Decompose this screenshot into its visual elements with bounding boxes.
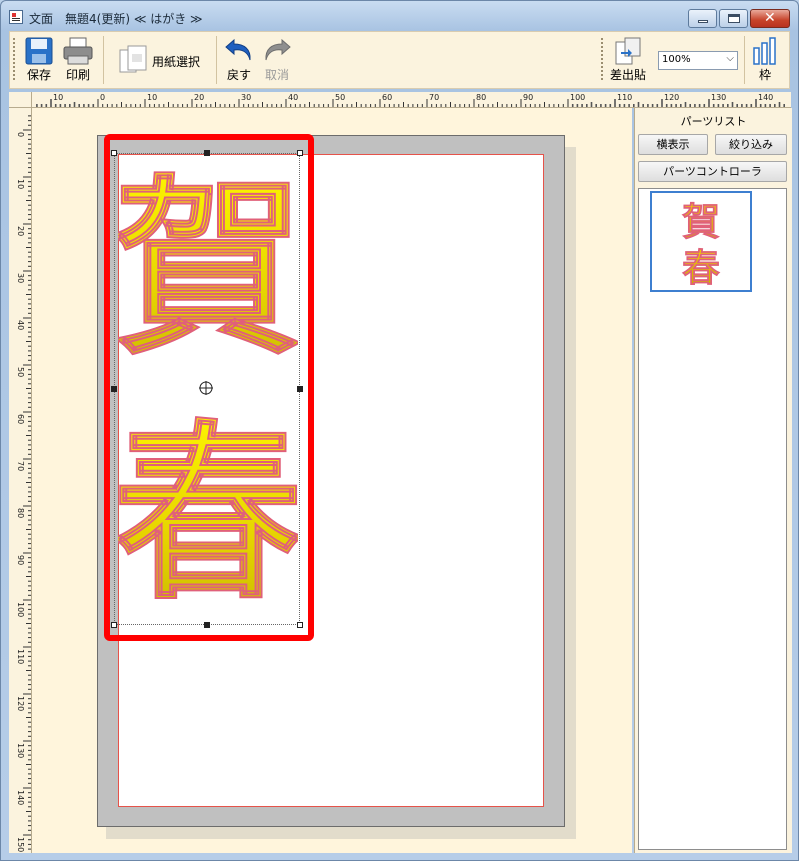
printer-icon (63, 37, 93, 65)
ruler-label: 140 (16, 790, 25, 805)
ruler-label: 60 (16, 414, 25, 424)
zoom-select[interactable]: 100% ⌵ (658, 51, 738, 70)
ruler-vertical-ticks: 0 10 20 30 40 50 60 70 80 90 100 110 120 130 140 150 (16, 115, 31, 852)
minimize-icon (698, 20, 708, 23)
thumb-text-shun: 春 (682, 246, 720, 290)
merge-label: 差出貼 (609, 68, 646, 82)
ruler-corner (9, 92, 32, 108)
frame-icon (753, 37, 776, 65)
ruler-label: 150 (16, 837, 25, 852)
app-window: 文面 無題4(更新) ≪ はがき ≫ ✕ 保存 印刷 用紙選択 戻す 取消 差出… (0, 0, 799, 861)
toolbar-separator (744, 36, 745, 84)
close-button[interactable]: ✕ (750, 9, 790, 28)
thumbnail-art: 賀 春 (682, 200, 721, 291)
ruler-label: 140 (758, 93, 773, 102)
ruler-label: 80 (476, 93, 486, 102)
toolbar-separator (103, 36, 104, 84)
ruler-label: 50 (16, 367, 25, 377)
filter-button[interactable]: 絞り込み (715, 134, 787, 155)
thumb-text-ga: 賀 (682, 200, 720, 244)
maximize-icon (728, 14, 740, 23)
parts-panel: パーツリスト 横表示 絞り込み パーツコントローラ 賀 春 (634, 108, 792, 853)
horizontal-view-button[interactable]: 横表示 (638, 134, 708, 155)
paper-select-label: 用紙選択 (152, 55, 201, 69)
ruler-label: 100 (16, 602, 25, 617)
ruler-label: 20 (194, 93, 204, 102)
toolbar-grip[interactable] (13, 38, 15, 82)
highlight-frame (104, 134, 314, 641)
ruler-label: 30 (241, 93, 251, 102)
paper-icon (119, 45, 147, 73)
ruler-label: 120 (16, 696, 25, 711)
app-icon[interactable] (9, 10, 23, 24)
ruler-label: 90 (523, 93, 533, 102)
ruler-horizontal: 10 0 10 20 30 40 50 60 70 80 90 100 110 120 130 140 (32, 92, 791, 108)
ruler-label: 110 (16, 649, 25, 664)
frame-label: 枠 (758, 68, 771, 82)
ruler-label: 10 (147, 93, 157, 102)
merge-paste-button[interactable]: 差出貼 (608, 34, 648, 86)
merge-icon (615, 37, 641, 65)
ruler-label: 130 (16, 743, 25, 758)
ruler-vertical: 0 10 20 30 40 50 60 70 80 90 100 110 120 130 140 150 (9, 108, 32, 853)
frame-button[interactable]: 枠 (750, 34, 780, 86)
zoom-value: 100% (662, 54, 691, 65)
ruler-horizontal-ticks: 10 0 10 20 30 40 50 60 70 80 90 100 110 120 130 140 (36, 93, 786, 107)
ruler-label: 70 (16, 461, 25, 471)
ruler-label: 30 (16, 273, 25, 283)
ruler-label: 20 (16, 226, 25, 236)
ruler-label: 50 (335, 93, 345, 102)
redo-label: 取消 (264, 68, 289, 82)
ruler-label: 80 (16, 508, 25, 518)
redo-button[interactable]: 取消 (260, 34, 294, 86)
toolbar: 保存 印刷 用紙選択 戻す 取消 差出貼 100% ⌵ 枠 (9, 31, 790, 89)
print-label: 印刷 (65, 68, 90, 82)
undo-button[interactable]: 戻す (222, 34, 256, 86)
window-title: 文面 無題4(更新) ≪ はがき ≫ (29, 12, 203, 26)
undo-label: 戻す (226, 68, 251, 82)
save-label: 保存 (26, 68, 51, 82)
ruler-label: 110 (617, 93, 632, 102)
parts-panel-title: パーツリスト (680, 115, 747, 128)
minimize-button[interactable] (688, 9, 717, 28)
parts-thumbnail[interactable]: 賀 春 (650, 191, 752, 292)
parts-list[interactable]: 賀 春 (638, 188, 787, 850)
undo-icon (225, 38, 251, 61)
redo-icon (265, 38, 291, 61)
ruler-label: 100 (570, 93, 585, 102)
ruler-label: 130 (711, 93, 726, 102)
ruler-label: 10 (16, 179, 25, 189)
paper-select-button[interactable]: 用紙選択 (118, 42, 208, 78)
window-bottom-edge (1, 853, 798, 860)
ruler-label: 40 (16, 320, 25, 330)
ruler-label: 10 (53, 93, 63, 102)
ruler-label: 120 (664, 93, 679, 102)
ruler-label: 70 (429, 93, 439, 102)
parts-controller-button[interactable]: パーツコントローラ (638, 161, 787, 182)
ruler-label: 0 (100, 93, 105, 102)
chevron-down-icon: ⌵ (726, 53, 734, 64)
ruler-label: 0 (16, 132, 25, 137)
design-canvas[interactable]: 賀 春 (32, 108, 632, 853)
maximize-button[interactable] (719, 9, 748, 28)
save-button[interactable]: 保存 (20, 34, 58, 86)
print-button[interactable]: 印刷 (60, 34, 96, 86)
title-bar: 文面 無題4(更新) ≪ はがき ≫ ✕ (1, 1, 798, 31)
close-icon: ✕ (764, 10, 776, 26)
toolbar-separator (216, 36, 217, 84)
ruler-label: 40 (288, 93, 298, 102)
ruler-label: 90 (16, 555, 25, 565)
save-icon (25, 37, 53, 65)
toolbar-grip[interactable] (601, 38, 603, 82)
ruler-label: 60 (382, 93, 392, 102)
